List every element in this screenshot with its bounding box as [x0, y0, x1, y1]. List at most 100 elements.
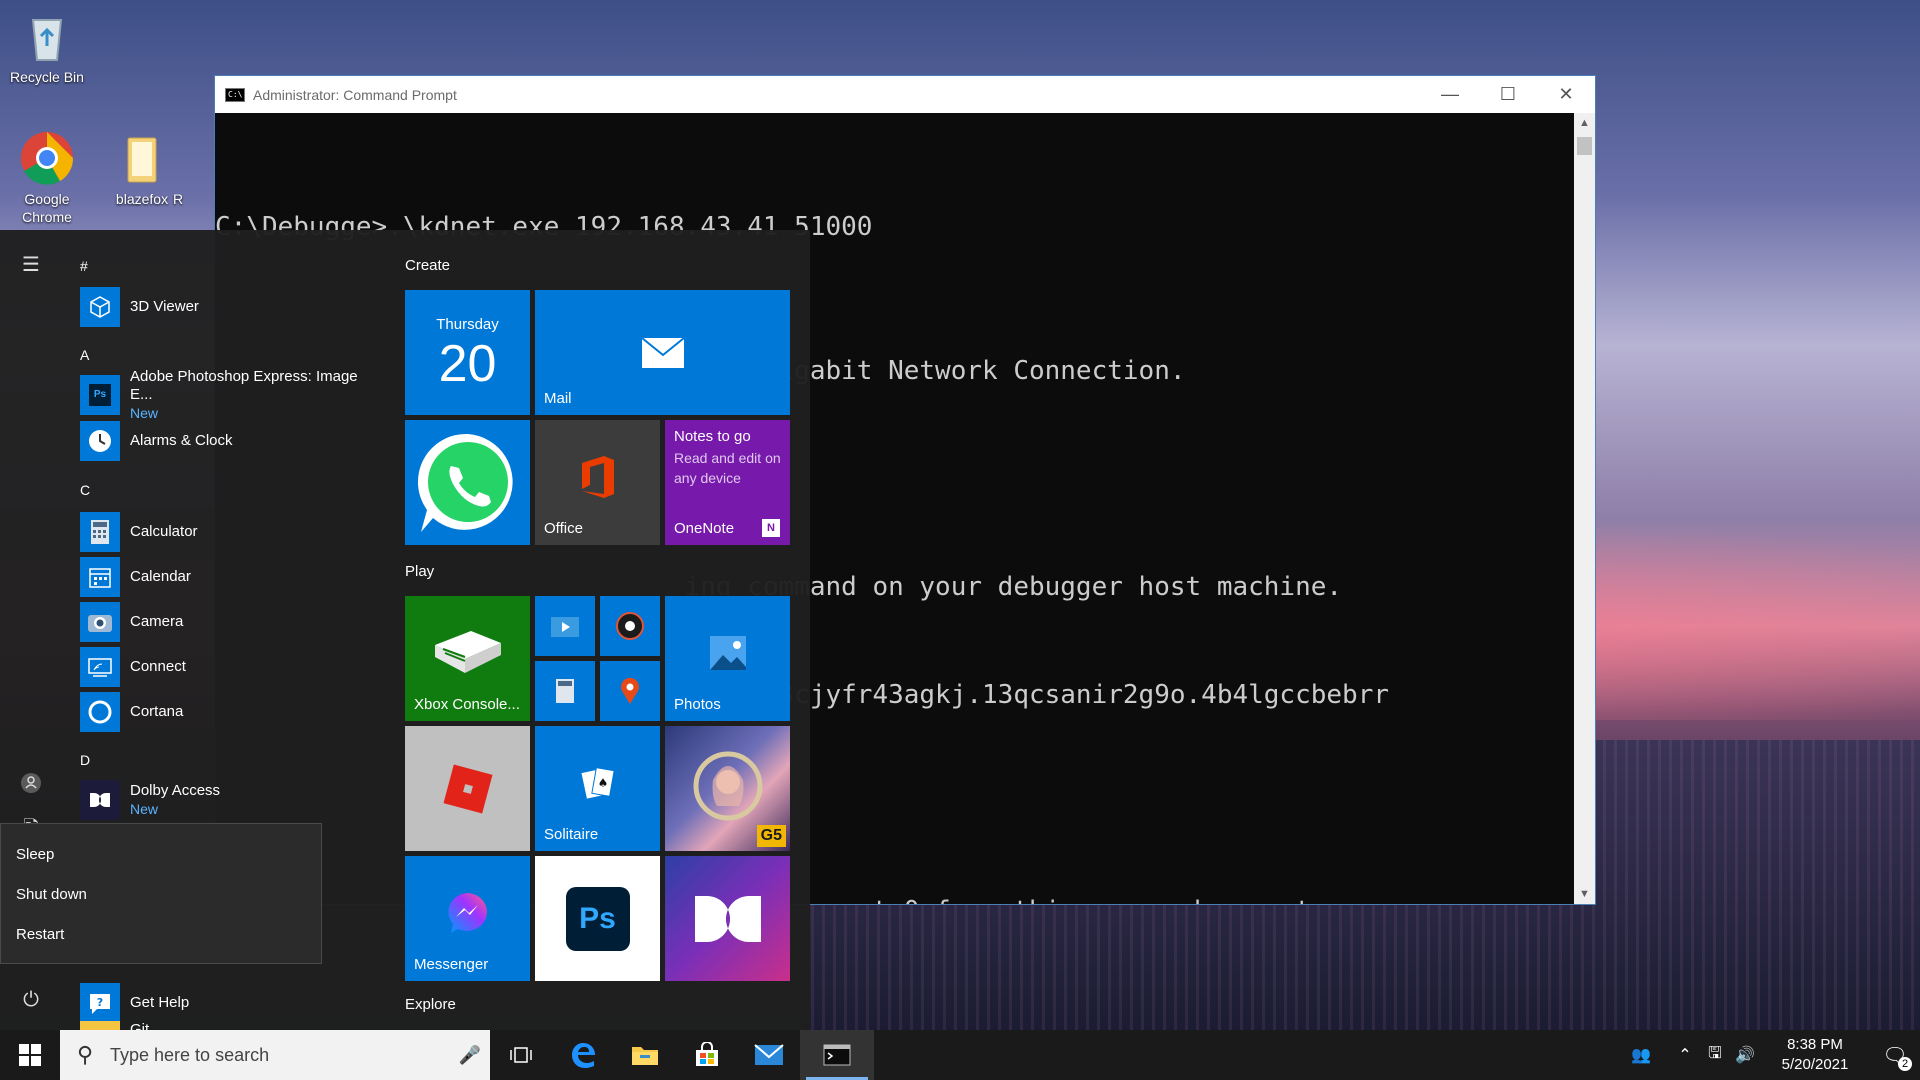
desktop-icon-partial[interactable]: R	[168, 190, 188, 208]
tile-solitaire[interactable]: ♠ Solitaire	[535, 726, 660, 851]
taskbar-clock[interactable]: 8:38 PM 5/20/2021	[1770, 1035, 1860, 1075]
tile-roblox[interactable]	[405, 726, 530, 851]
app-cortana[interactable]: Cortana	[80, 691, 380, 733]
taskbar-search-box[interactable]: ⚲ Type here to search 🎤	[60, 1030, 490, 1080]
tile-onenote[interactable]: Notes to go Read and edit on any device …	[665, 420, 790, 545]
windows-logo-icon	[19, 1044, 41, 1066]
tile-calculator[interactable]	[535, 661, 595, 721]
tile-xbox-console[interactable]: Xbox Console...	[405, 596, 530, 721]
desktop-icon-label: R	[172, 191, 184, 207]
g5-logo-icon: G5	[756, 825, 786, 847]
scrollbar-thumb[interactable]	[1577, 137, 1592, 155]
onenote-subtitle: Read and edit on any device	[674, 450, 781, 486]
app-alarms-clock[interactable]: Alarms & Clock	[80, 420, 380, 462]
taskbar-mail[interactable]	[738, 1030, 800, 1080]
app-3d-viewer[interactable]: 3D Viewer	[80, 286, 380, 328]
app-dolby-access[interactable]: Dolby Access New	[80, 779, 380, 821]
microphone-icon[interactable]: 🎤	[450, 1045, 490, 1066]
folder-icon	[114, 130, 170, 186]
app-calendar[interactable]: Calendar	[80, 556, 380, 598]
desktop-icon-label: blazefox	[115, 191, 169, 207]
volume-icon[interactable]: 🔊	[1730, 1045, 1760, 1065]
power-icon[interactable]: ⏻	[0, 977, 62, 1023]
app-label: Calendar	[130, 568, 191, 585]
onenote-title: Notes to go	[674, 428, 751, 445]
vertical-scrollbar[interactable]: ▲ ▼	[1574, 113, 1595, 904]
power-sleep[interactable]: Sleep	[1, 834, 321, 874]
app-camera[interactable]: Camera	[80, 601, 380, 643]
tile-calendar[interactable]: Thursday 20	[405, 290, 530, 415]
section-letter[interactable]: #	[80, 258, 88, 274]
tile-messenger[interactable]: Messenger	[405, 856, 530, 981]
minimize-button[interactable]: —	[1421, 76, 1479, 113]
close-button[interactable]: ✕	[1537, 76, 1595, 113]
app-label: Camera	[130, 613, 184, 630]
network-icon[interactable]: 🖫	[1700, 1042, 1730, 1069]
app-label: Dolby Access	[130, 782, 221, 799]
system-tray: 👥 ⌃ 🖫 🔊 8:38 PM 5/20/2021 🗨 2	[1626, 1030, 1920, 1080]
power-shut-down[interactable]: Shut down	[1, 874, 321, 914]
tile-mail[interactable]: Mail	[535, 290, 790, 415]
edge-icon	[572, 1043, 595, 1068]
power-menu: Sleep Shut down Restart	[0, 823, 322, 964]
desktop-icon-label: Recycle Bin	[10, 69, 84, 85]
maximize-button[interactable]: ☐	[1479, 76, 1537, 113]
account-icon[interactable]	[0, 760, 62, 806]
onenote-icon: N	[762, 519, 780, 537]
tile-photoshop-express[interactable]: Ps	[535, 856, 660, 981]
recycle-bin-icon	[19, 8, 75, 64]
film-icon	[535, 596, 595, 656]
tile-hidden-object-game[interactable]: G5	[665, 726, 790, 851]
folder-icon	[632, 1047, 658, 1065]
start-button[interactable]	[0, 1030, 60, 1080]
app-label: Connect	[130, 658, 186, 675]
taskbar-edge[interactable]	[552, 1030, 614, 1080]
task-view-button[interactable]	[490, 1030, 552, 1080]
tile-groove-music[interactable]	[600, 596, 660, 656]
map-pin-icon	[600, 661, 660, 721]
cmd-icon: C:\	[225, 87, 245, 102]
desktop-icon-recycle-bin[interactable]: Recycle Bin	[5, 8, 89, 86]
tile-movies-tv[interactable]	[535, 596, 595, 656]
scroll-down-arrow-icon[interactable]: ▼	[1574, 884, 1595, 904]
group-header-play[interactable]: Play	[405, 563, 434, 580]
hamburger-menu-icon[interactable]: ☰	[0, 241, 62, 287]
app-label: Get Help	[130, 994, 190, 1011]
calendar-icon	[80, 557, 120, 597]
tile-office[interactable]: Office	[535, 420, 660, 545]
taskbar-command-prompt[interactable]	[800, 1030, 874, 1080]
power-restart[interactable]: Restart	[1, 914, 321, 954]
notification-count: 2	[1898, 1056, 1912, 1071]
app-adobe-photoshop-express[interactable]: Ps Adobe Photoshop Express: Image E... Ne…	[80, 368, 380, 421]
tile-dolby-access[interactable]	[665, 856, 790, 981]
group-header-create[interactable]: Create	[405, 257, 450, 274]
chrome-icon	[19, 130, 75, 186]
section-letter[interactable]: A	[80, 347, 89, 363]
section-letter[interactable]: D	[80, 752, 90, 768]
app-label: Adobe Photoshop Express: Image E...	[130, 368, 358, 403]
taskbar-file-explorer[interactable]	[614, 1030, 676, 1080]
people-icon[interactable]: 👥	[1626, 1045, 1656, 1065]
connect-icon	[80, 647, 120, 687]
app-calculator[interactable]: Calculator	[80, 511, 380, 553]
app-get-help[interactable]: ? Get Help	[80, 982, 380, 1024]
camera-icon	[80, 602, 120, 642]
whatsapp-icon	[405, 420, 530, 545]
title-bar[interactable]: C:\ Administrator: Command Prompt — ☐ ✕	[215, 76, 1595, 113]
section-letter[interactable]: C	[80, 482, 90, 498]
help-icon: ?	[80, 983, 120, 1023]
mail-icon	[754, 1044, 784, 1065]
calendar-date: 20	[438, 335, 497, 393]
tile-whatsapp[interactable]	[405, 420, 530, 545]
group-header-explore[interactable]: Explore	[405, 996, 456, 1013]
action-center-button[interactable]: 🗨 2	[1870, 1043, 1920, 1071]
desktop-icon-google-chrome[interactable]: Google Chrome	[5, 130, 89, 226]
tile-photos[interactable]: Photos	[665, 596, 790, 721]
app-connect[interactable]: Connect	[80, 646, 380, 688]
taskbar-microsoft-store[interactable]	[676, 1030, 738, 1080]
chevron-up-icon[interactable]: ⌃	[1670, 1045, 1700, 1065]
scroll-up-arrow-icon[interactable]: ▲	[1574, 113, 1595, 133]
tile-maps[interactable]	[600, 661, 660, 721]
tile-label: Messenger	[414, 956, 489, 973]
clock-time: 8:38 PM	[1787, 1036, 1843, 1053]
